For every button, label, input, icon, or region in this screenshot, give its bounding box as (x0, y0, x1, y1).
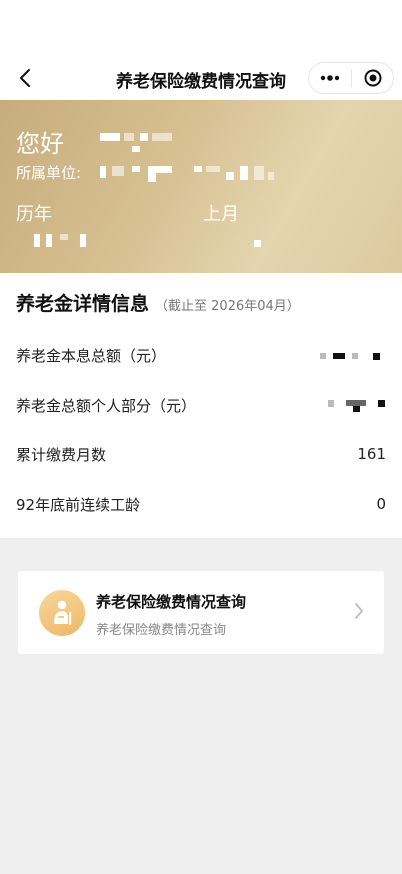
close-button[interactable] (352, 63, 393, 93)
redacted-history-value (80, 234, 86, 247)
redacted-value (373, 353, 380, 360)
redacted-unit (226, 172, 234, 180)
redacted-name (140, 133, 148, 141)
more-dots-icon (320, 75, 340, 81)
card-title: 养老保险缴费情况查询 (96, 593, 247, 611)
redacted-unit (194, 166, 202, 172)
redacted-value (353, 406, 360, 412)
history-label: 历年 (16, 204, 52, 225)
query-entry-card[interactable]: 养老保险缴费情况查询 养老保险缴费情况查询 (18, 571, 384, 654)
redacted-unit (148, 173, 156, 182)
redacted-unit (112, 166, 124, 176)
pension-detail-section: 养老金详情信息 （截止至 2026年04月） 养老金本息总额（元） 养老金总额个… (0, 273, 402, 538)
row-label: 养老金总额个人部分（元） (16, 396, 197, 415)
redacted-value (378, 400, 385, 407)
detail-row-months: 累计缴费月数 161 (16, 440, 386, 468)
redacted-history-value (34, 234, 40, 247)
nav-bar: 养老保险缴费情况查询 (0, 56, 402, 100)
detail-row-total: 养老金本息总额（元） (16, 341, 386, 369)
elderly-person-icon (39, 590, 85, 636)
redacted-name (132, 146, 140, 152)
chevron-right-icon (354, 602, 364, 624)
redacted-value (333, 353, 345, 359)
last-month-label: 上月 (203, 204, 239, 225)
detail-header: 养老金详情信息 （截止至 2026年04月） (16, 289, 300, 316)
detail-cutoff-date: （截止至 2026年04月） (155, 299, 300, 314)
row-value: 161 (357, 445, 386, 463)
unit-label: 所属单位: (16, 164, 82, 182)
user-banner: 您好 所属单位: 历年 上月 (0, 100, 402, 273)
greeting-text: 您好 (16, 130, 64, 158)
detail-row-seniority: 92年底前连续工龄 0 (16, 490, 386, 518)
redacted-value (320, 353, 326, 359)
row-label: 92年底前连续工龄 (16, 495, 141, 514)
mini-program-capsule (308, 62, 394, 94)
redacted-unit (268, 172, 274, 180)
redacted-history-value (46, 234, 52, 247)
row-label: 累计缴费月数 (16, 445, 107, 464)
redacted-name (100, 133, 120, 141)
redacted-value (352, 353, 358, 359)
redacted-history-value (60, 234, 68, 240)
redacted-name (152, 133, 172, 141)
target-close-icon (364, 69, 381, 87)
redacted-value (328, 400, 334, 407)
more-button[interactable] (309, 63, 351, 93)
row-label: 养老金本息总额（元） (16, 346, 167, 365)
redacted-unit (132, 166, 140, 172)
card-subtitle: 养老保险缴费情况查询 (96, 623, 227, 638)
redacted-unit (148, 166, 172, 173)
redacted-unit (100, 166, 106, 178)
row-value: 0 (376, 495, 386, 513)
redacted-unit (240, 166, 248, 180)
redacted-unit (254, 166, 264, 180)
redacted-unit (206, 166, 220, 172)
redacted-name (124, 133, 134, 141)
redacted-last-month-value (254, 240, 261, 247)
detail-title: 养老金详情信息 (16, 293, 150, 315)
